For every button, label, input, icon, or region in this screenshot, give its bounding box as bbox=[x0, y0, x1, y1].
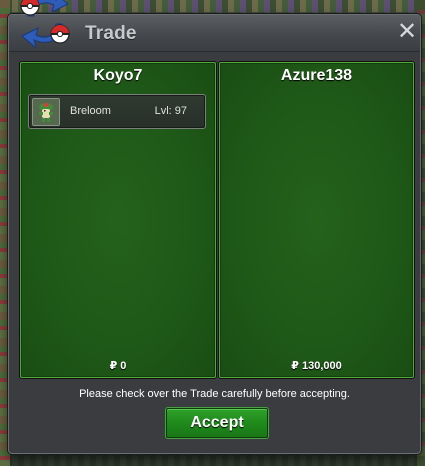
item-level: Lvl: 97 bbox=[154, 105, 187, 117]
right-trade-panel: Azure138 ₽ 130,000 bbox=[219, 62, 414, 378]
trade-window: Trade ✕ Koyo7 Breloom Lvl: 97 ₽ 0 Azure1… bbox=[8, 14, 421, 454]
left-money-offer: ₽ 0 bbox=[109, 360, 127, 372]
item-name: Breloom bbox=[70, 105, 111, 117]
trade-pokeball-icon bbox=[20, 0, 70, 50]
left-player-name: Koyo7 bbox=[93, 67, 143, 84]
close-button[interactable]: ✕ bbox=[396, 20, 418, 44]
accept-button[interactable]: Accept bbox=[166, 408, 268, 438]
right-player-name: Azure138 bbox=[280, 67, 353, 84]
breloom-sprite-icon bbox=[32, 98, 60, 126]
left-trade-panel: Koyo7 Breloom Lvl: 97 ₽ 0 bbox=[20, 62, 216, 378]
window-title: Trade bbox=[85, 23, 137, 44]
breloom-sprite-svg bbox=[33, 99, 59, 125]
trade-item-slot[interactable]: Breloom Lvl: 97 bbox=[28, 94, 206, 129]
right-money-offer: ₽ 130,000 bbox=[291, 360, 342, 372]
trade-warning-message: Please check over the Trade carefully be… bbox=[79, 388, 350, 400]
